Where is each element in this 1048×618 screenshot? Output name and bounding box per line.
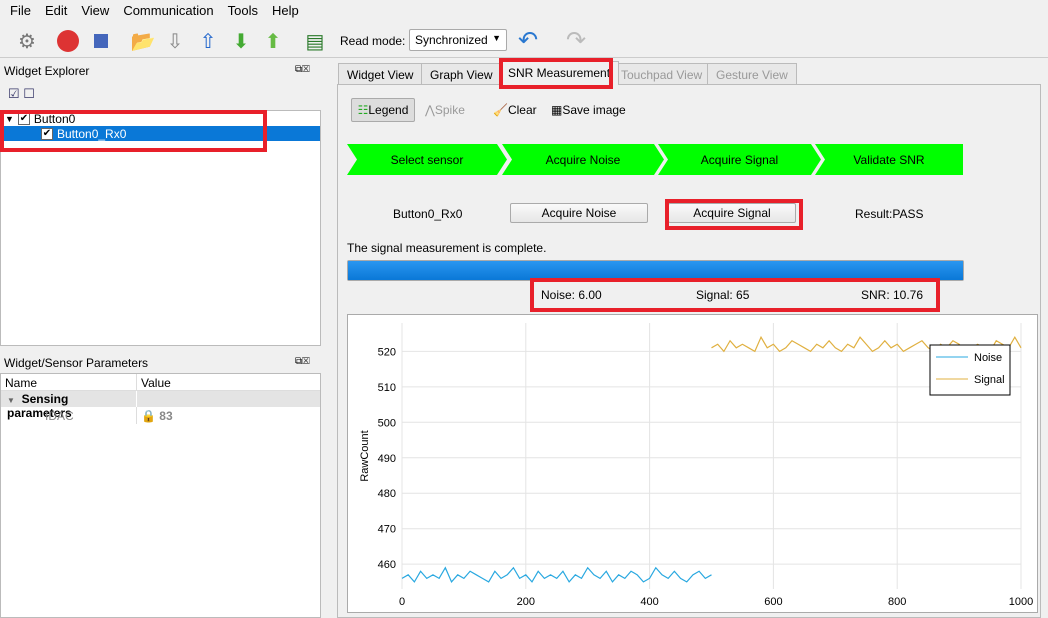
tree-label: Button0 xyxy=(33,111,76,126)
gear-icon[interactable]: ⚙ xyxy=(14,28,40,54)
read-mode-value: Synchronized xyxy=(415,33,488,47)
redo-icon[interactable]: ↷ xyxy=(566,26,586,55)
tree-item-button0[interactable]: ▼ ✔ Button0 xyxy=(1,111,320,126)
write-icon[interactable]: ⬆ xyxy=(260,28,286,54)
legend-entry: Signal xyxy=(974,374,1005,386)
legend-button[interactable]: ☷ Legend xyxy=(351,98,415,122)
menu-file[interactable]: File xyxy=(10,3,31,19)
noise-value: Noise: 6.00 xyxy=(541,288,602,302)
x-tick-label: 1000 xyxy=(1009,596,1033,608)
menu-edit[interactable]: Edit xyxy=(45,3,67,19)
tab-snr-measurement[interactable]: SNR Measurement xyxy=(499,61,620,85)
params-table: Name Value ▼ Sensing parameters IDAC 🔒 83 xyxy=(0,373,321,618)
step-validate-snr: Validate SNR xyxy=(815,144,963,175)
param-value: 83 xyxy=(159,409,173,423)
result-label: Result:PASS xyxy=(855,207,924,221)
acquire-signal-button[interactable]: Acquire Signal xyxy=(668,203,796,223)
group-row[interactable]: ▼ Sensing parameters xyxy=(1,391,320,420)
panel-float-close-icons[interactable]: ⧉☒ xyxy=(295,64,310,75)
step-acquire-noise: Acquire Noise xyxy=(502,144,664,175)
y-tick-label: 460 xyxy=(378,559,396,571)
image-icon: ▦ xyxy=(551,103,563,117)
broom-icon: 🧹 xyxy=(493,103,508,117)
signal-value: Signal: 65 xyxy=(696,288,750,302)
clear-button[interactable]: 🧹Clear xyxy=(493,103,537,117)
progress-bar xyxy=(347,260,964,281)
log-icon[interactable]: ▤ xyxy=(302,28,328,54)
legend-label: Legend xyxy=(368,103,409,117)
lock-icon: 🔒 xyxy=(141,409,156,423)
params-title: Widget/Sensor Parameters xyxy=(4,356,149,370)
x-tick-label: 400 xyxy=(640,596,658,608)
acquire-noise-button[interactable]: Acquire Noise xyxy=(510,203,648,223)
read-mode-label: Read mode: xyxy=(340,34,406,48)
y-axis-label: RawCount xyxy=(359,430,371,481)
y-tick-label: 520 xyxy=(378,346,396,358)
menu-tools[interactable]: Tools xyxy=(228,3,258,19)
step-acquire-signal: Acquire Signal xyxy=(658,144,821,175)
sensor-name: Button0_Rx0 xyxy=(393,207,463,221)
x-tick-label: 800 xyxy=(888,596,906,608)
tab-touchpad-view[interactable]: Touchpad View xyxy=(612,63,712,85)
read-mode-select[interactable]: Synchronized ▼ xyxy=(409,29,507,51)
param-row[interactable]: IDAC 🔒 83 xyxy=(1,407,320,424)
tree-item-button0-rx0[interactable]: ✔ Button0_Rx0 xyxy=(1,126,320,141)
stop-icon[interactable] xyxy=(94,34,108,48)
col-value: Value xyxy=(141,376,171,390)
x-tick-label: 0 xyxy=(399,596,405,608)
menu-help[interactable]: Help xyxy=(272,3,299,19)
clear-label: Clear xyxy=(507,103,537,117)
snr-chart: 0 200 400 600 800 1000 460 470 480 490 500 510 520 Ra… xyxy=(347,314,1038,613)
y-tick-label: 480 xyxy=(378,488,396,500)
x-tick-label: 600 xyxy=(764,596,782,608)
y-tick-label: 500 xyxy=(378,417,396,429)
legend-entry: Noise xyxy=(974,352,1002,364)
y-tick-label: 510 xyxy=(378,382,396,394)
tab-graph-view[interactable]: Graph View xyxy=(421,63,502,85)
spike-label: Spike xyxy=(434,103,465,117)
spike-icon: ⋀ xyxy=(425,103,435,117)
save-label: Save image xyxy=(562,103,626,117)
widget-explorer-title: Widget Explorer xyxy=(4,64,90,78)
series-line-noise xyxy=(401,566,712,584)
expand-icon[interactable]: ▼ xyxy=(5,114,14,124)
undo-icon[interactable]: ↶ xyxy=(518,26,538,55)
tree-label: Button0_Rx0 xyxy=(57,126,127,141)
tab-widget-view[interactable]: Widget View xyxy=(338,63,423,85)
legend-icon: ☷ xyxy=(357,103,369,117)
col-name: Name xyxy=(1,374,137,390)
menu-bar: File Edit View Communication Tools Help xyxy=(0,0,1048,22)
progress-fill xyxy=(348,261,963,280)
snr-value: SNR: 10.76 xyxy=(861,288,924,302)
status-text: The signal measurement is complete. xyxy=(347,241,547,255)
panel-float-close-icons[interactable]: ⧉☒ xyxy=(295,356,310,367)
disconnect-icon[interactable] xyxy=(57,30,79,52)
check-all-icon[interactable]: ☑ ☐ xyxy=(8,86,35,102)
step-select-sensor: Select sensor xyxy=(347,144,507,175)
tab-gesture-view[interactable]: Gesture View xyxy=(707,63,797,85)
read-icon[interactable]: ⬇ xyxy=(228,28,254,54)
y-tick-label: 490 xyxy=(378,453,396,465)
menu-view[interactable]: View xyxy=(81,3,109,19)
spike-button[interactable]: ⋀Spike xyxy=(425,103,465,117)
chevron-down-icon: ▼ xyxy=(492,33,501,43)
checkbox[interactable]: ✔ xyxy=(17,112,30,125)
x-tick-label: 200 xyxy=(517,596,535,608)
y-tick-label: 470 xyxy=(378,524,396,536)
download-icon[interactable]: ⇩ xyxy=(162,28,188,54)
param-name: IDAC xyxy=(1,407,137,424)
open-icon[interactable]: 📂 xyxy=(130,28,156,54)
menu-communication[interactable]: Communication xyxy=(123,3,213,19)
checkbox[interactable]: ✔ xyxy=(41,127,53,140)
widget-tree: ▼ ✔ Button0 ✔ Button0_Rx0 xyxy=(0,110,321,346)
save-image-button[interactable]: ▦Save image xyxy=(551,103,626,117)
upload-icon[interactable]: ⇧ xyxy=(195,28,221,54)
